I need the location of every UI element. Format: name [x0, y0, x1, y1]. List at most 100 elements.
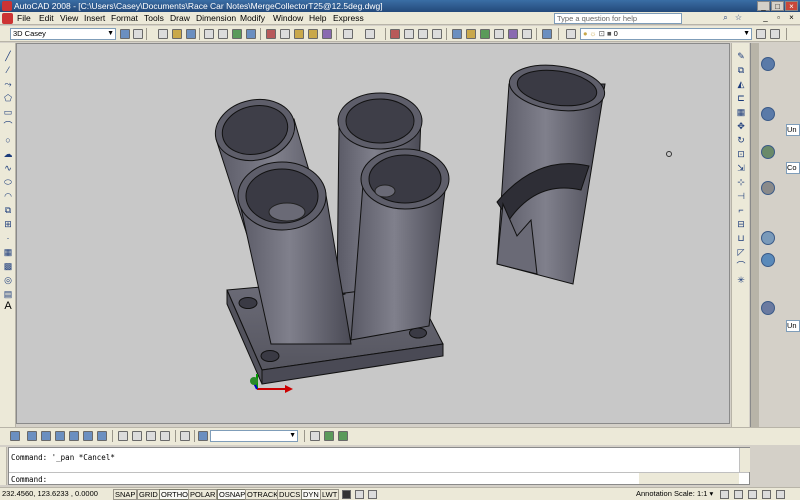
- named-view-select[interactable]: ▼: [210, 430, 298, 442]
- offset-icon[interactable]: ⊏: [736, 93, 746, 103]
- materials-panel-icon[interactable]: [761, 253, 775, 267]
- maximize-button[interactable]: □: [771, 1, 784, 11]
- polar-toggle[interactable]: POLAR: [188, 489, 218, 500]
- right-view-icon[interactable]: [69, 431, 79, 441]
- coordinate-display[interactable]: 232.4560, 123.6233 , 0.0000: [2, 488, 98, 500]
- search-icon[interactable]: ⌕: [720, 12, 731, 23]
- rotate-icon[interactable]: ↻: [736, 135, 746, 145]
- menu-file[interactable]: File: [17, 12, 31, 25]
- polygon-icon[interactable]: ⬠: [3, 93, 13, 103]
- new-file-icon[interactable]: [158, 29, 168, 39]
- publish-icon[interactable]: [232, 29, 242, 39]
- menu-dimension[interactable]: Dimension: [196, 12, 236, 25]
- menu-insert[interactable]: Insert: [84, 12, 105, 25]
- menu-edit[interactable]: Edit: [39, 12, 54, 25]
- ortho-toggle[interactable]: ORTHO: [159, 489, 190, 500]
- menu-view[interactable]: View: [60, 12, 78, 25]
- bottom-view-icon[interactable]: [41, 431, 51, 441]
- multiline-text-icon[interactable]: A: [3, 301, 13, 312]
- polyline-icon[interactable]: ⤳: [3, 79, 13, 89]
- 3d-navigate-panel-icon[interactable]: [761, 145, 775, 159]
- visual-style-panel-icon[interactable]: [761, 181, 775, 195]
- workspace-select[interactable]: 3D Casey ▼: [10, 28, 116, 40]
- star-icon[interactable]: ☆: [733, 12, 744, 23]
- print-preview-icon[interactable]: [218, 29, 228, 39]
- undo-icon[interactable]: [343, 29, 353, 39]
- gradient-icon[interactable]: ▩: [3, 261, 13, 271]
- menu-draw[interactable]: Draw: [170, 12, 190, 25]
- dashboard-title-strip[interactable]: [751, 43, 759, 427]
- scale-icon[interactable]: ⊡: [736, 149, 746, 159]
- dashboard-field[interactable]: Un: [786, 124, 800, 136]
- revision-cloud-icon[interactable]: ☁: [3, 149, 13, 159]
- lights-panel-icon[interactable]: [761, 231, 775, 245]
- 3d-dwf-icon[interactable]: [246, 29, 256, 39]
- zoom-window-icon[interactable]: [418, 29, 428, 39]
- construction-line-icon[interactable]: ⁄: [3, 65, 13, 75]
- dashboard-field[interactable]: Un: [786, 320, 800, 332]
- extend-icon[interactable]: ⊣: [736, 191, 746, 201]
- dashboard-field[interactable]: Co: [786, 162, 800, 174]
- render-panel-icon[interactable]: [761, 301, 775, 315]
- region-icon[interactable]: ◎: [3, 275, 13, 285]
- arc-icon[interactable]: ⌒: [3, 121, 13, 131]
- annotation-scale-select[interactable]: 1:1 ▾: [697, 488, 713, 500]
- osnap-toggle[interactable]: OSNAP: [217, 489, 248, 500]
- trim-icon[interactable]: ⊹: [736, 177, 746, 187]
- view-icon[interactable]: [10, 431, 20, 441]
- document-icon[interactable]: [2, 13, 13, 24]
- designcenter-icon[interactable]: [466, 29, 476, 39]
- 3d-make-panel-icon[interactable]: [761, 107, 775, 121]
- grid-toggle[interactable]: GRID: [137, 489, 160, 500]
- annotation-visibility-icon[interactable]: [720, 490, 729, 499]
- help-icon[interactable]: [542, 29, 552, 39]
- lock-icon[interactable]: [748, 490, 757, 499]
- pan-icon[interactable]: [390, 29, 400, 39]
- match-properties-icon[interactable]: [308, 29, 318, 39]
- ne-iso-icon[interactable]: [146, 431, 156, 441]
- quickcalc-icon[interactable]: [522, 29, 532, 39]
- help-search-input[interactable]: Type a question for help: [554, 13, 682, 24]
- 3d-orbit-icon[interactable]: [310, 431, 320, 441]
- nw-iso-icon[interactable]: [160, 431, 170, 441]
- erase-icon[interactable]: ✎: [736, 51, 746, 61]
- layer-previous-icon[interactable]: [770, 29, 780, 39]
- mirror-icon[interactable]: ◭: [736, 79, 746, 89]
- close-button[interactable]: ×: [785, 1, 798, 11]
- layout-icon[interactable]: [355, 490, 364, 499]
- ducs-toggle[interactable]: DUCS: [277, 489, 303, 500]
- menu-tools[interactable]: Tools: [144, 12, 164, 25]
- move-icon[interactable]: ✥: [736, 121, 746, 131]
- print-icon[interactable]: [204, 29, 214, 39]
- table-icon[interactable]: ▤: [3, 289, 13, 299]
- named-views-icon[interactable]: [198, 431, 208, 441]
- copy-object-icon[interactable]: ⧉: [736, 65, 746, 75]
- auto-scale-icon[interactable]: [734, 490, 743, 499]
- join-icon[interactable]: ⊔: [736, 233, 746, 243]
- spline-icon[interactable]: ∿: [3, 163, 13, 173]
- block-editor-icon[interactable]: [322, 29, 332, 39]
- doc-restore-button[interactable]: ▫: [773, 12, 784, 23]
- zoom-realtime-icon[interactable]: [404, 29, 414, 39]
- otrack-toggle[interactable]: OTRACK: [245, 489, 281, 500]
- se-iso-icon[interactable]: [132, 431, 142, 441]
- sheet-set-icon[interactable]: [494, 29, 504, 39]
- status-menu-icon[interactable]: [762, 490, 771, 499]
- autocad-app-icon[interactable]: [2, 1, 12, 11]
- command-prompt[interactable]: Command:: [11, 475, 47, 484]
- paste-icon[interactable]: [294, 29, 304, 39]
- make-layer-current-icon[interactable]: [756, 29, 766, 39]
- array-icon[interactable]: ▦: [736, 107, 746, 117]
- copy-icon[interactable]: [280, 29, 290, 39]
- drawing-viewport[interactable]: [16, 43, 730, 424]
- menu-express[interactable]: Express: [333, 12, 364, 25]
- properties-icon[interactable]: [452, 29, 462, 39]
- workspace-settings-icon[interactable]: [120, 29, 130, 39]
- model-space-canvas[interactable]: [17, 44, 730, 424]
- lwt-toggle[interactable]: LWT: [320, 489, 340, 500]
- markup-icon[interactable]: [508, 29, 518, 39]
- stretch-icon[interactable]: ⇲: [736, 163, 746, 173]
- zoom-previous-icon[interactable]: [432, 29, 442, 39]
- rectangle-icon[interactable]: ▭: [3, 107, 13, 117]
- tool-palettes-icon[interactable]: [480, 29, 490, 39]
